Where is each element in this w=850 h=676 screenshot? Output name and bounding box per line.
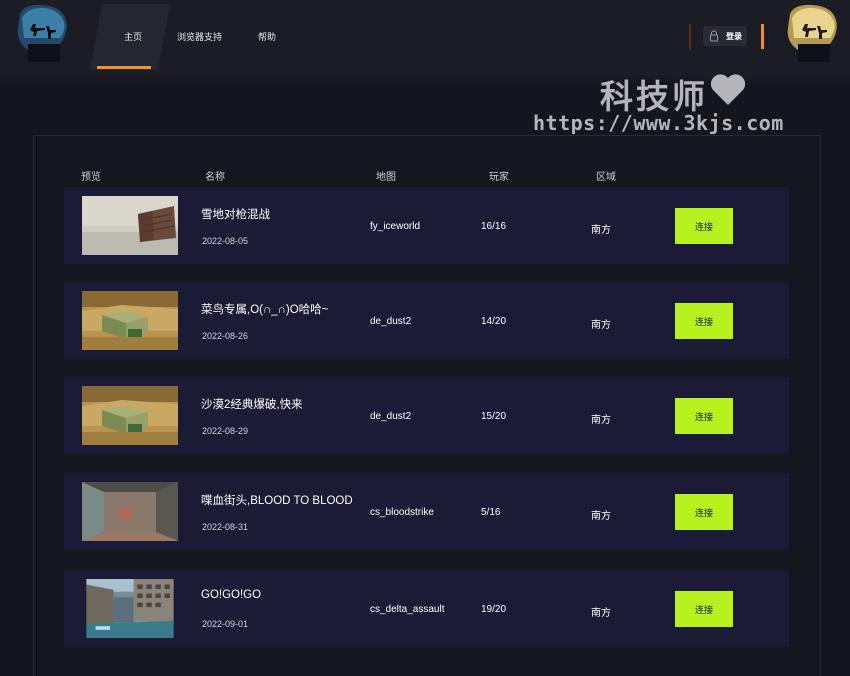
nav-active-underline [97,66,151,69]
server-map: fy_iceworld [370,221,421,232]
connect-button[interactable]: 连接 [675,591,733,627]
server-region: 南方 [591,415,611,426]
nav-item-help[interactable]: 帮助 [258,30,276,43]
server-region: 南方 [591,511,611,522]
heart-icon [710,74,746,105]
server-region: 南方 [591,320,611,331]
server-row[interactable]: GO!GO!GO 2022-09-01 cs_delta_assault 19/… [64,570,789,647]
login-label: 登录 [726,32,742,41]
connect-button[interactable]: 连接 [675,398,733,434]
server-name: 雪地对枪混战 [201,209,270,221]
server-map: cs_delta_assault [370,604,445,615]
dust-map-thumbnail [82,386,178,445]
login-area: 登录 [689,24,764,49]
server-players: 15/20 [481,411,507,422]
login-right-accent [761,24,764,49]
server-map: de_dust2 [370,411,412,422]
server-map: cs_bloodstrike [370,507,434,518]
server-name: 沙漠2经典爆破,快来 [201,399,303,411]
server-row[interactable]: 喋血街头,BLOOD TO BLOOD 2022-08-31 cs_bloods… [64,473,789,550]
t-team-logo[interactable] [784,4,840,66]
server-date: 2022-09-01 [202,619,249,629]
snow-map-thumbnail [82,196,178,255]
column-header-name: 名称 [205,172,225,183]
lock-icon [710,30,718,42]
column-header-preview: 预览 [81,172,101,183]
watermark-url: https://www.3kjs.com [533,111,784,135]
column-header-map: 地图 [376,172,396,183]
connect-button[interactable]: 连接 [675,494,733,530]
server-row[interactable]: 菜鸟专属,O(∩_∩)O哈哈~ 2022-08-26 de_dust2 14/2… [64,282,789,359]
server-date: 2022-08-31 [202,522,249,532]
nav-item-browser-support[interactable]: 浏览器支持 [177,30,222,43]
server-name: 喋血街头,BLOOD TO BLOOD [201,495,353,507]
server-map: de_dust2 [370,316,412,327]
server-name: GO!GO!GO [201,589,262,601]
server-date: 2022-08-29 [202,426,249,436]
server-date: 2022-08-26 [202,331,249,341]
column-header-players: 玩家 [489,172,509,183]
login-left-accent [689,24,691,49]
server-date: 2022-08-05 [202,236,249,246]
server-row[interactable]: 沙漠2经典爆破,快来 2022-08-29 de_dust2 15/20 南方 … [64,377,789,454]
bloodstrike-map-thumbnail [82,482,178,541]
nav-item-home[interactable]: 主页 [124,30,142,43]
connect-button[interactable]: 连接 [675,208,733,244]
login-button[interactable]: 登录 [703,26,747,46]
server-region: 南方 [591,225,611,236]
server-players: 14/20 [481,316,507,327]
delta-assault-map-thumbnail [86,579,174,638]
server-region: 南方 [591,608,611,619]
column-header-region: 区域 [596,172,616,183]
server-name: 菜鸟专属,O(∩_∩)O哈哈~ [201,304,329,316]
server-row[interactable]: 雪地对枪混战 2022-08-05 fy_iceworld 16/16 南方 连… [64,187,789,264]
connect-button[interactable]: 连接 [675,303,733,339]
server-players: 16/16 [481,221,507,232]
dust-map-thumbnail [82,291,178,350]
server-players: 5/16 [481,507,501,518]
server-players: 19/20 [481,604,507,615]
ct-team-logo[interactable] [14,4,70,66]
